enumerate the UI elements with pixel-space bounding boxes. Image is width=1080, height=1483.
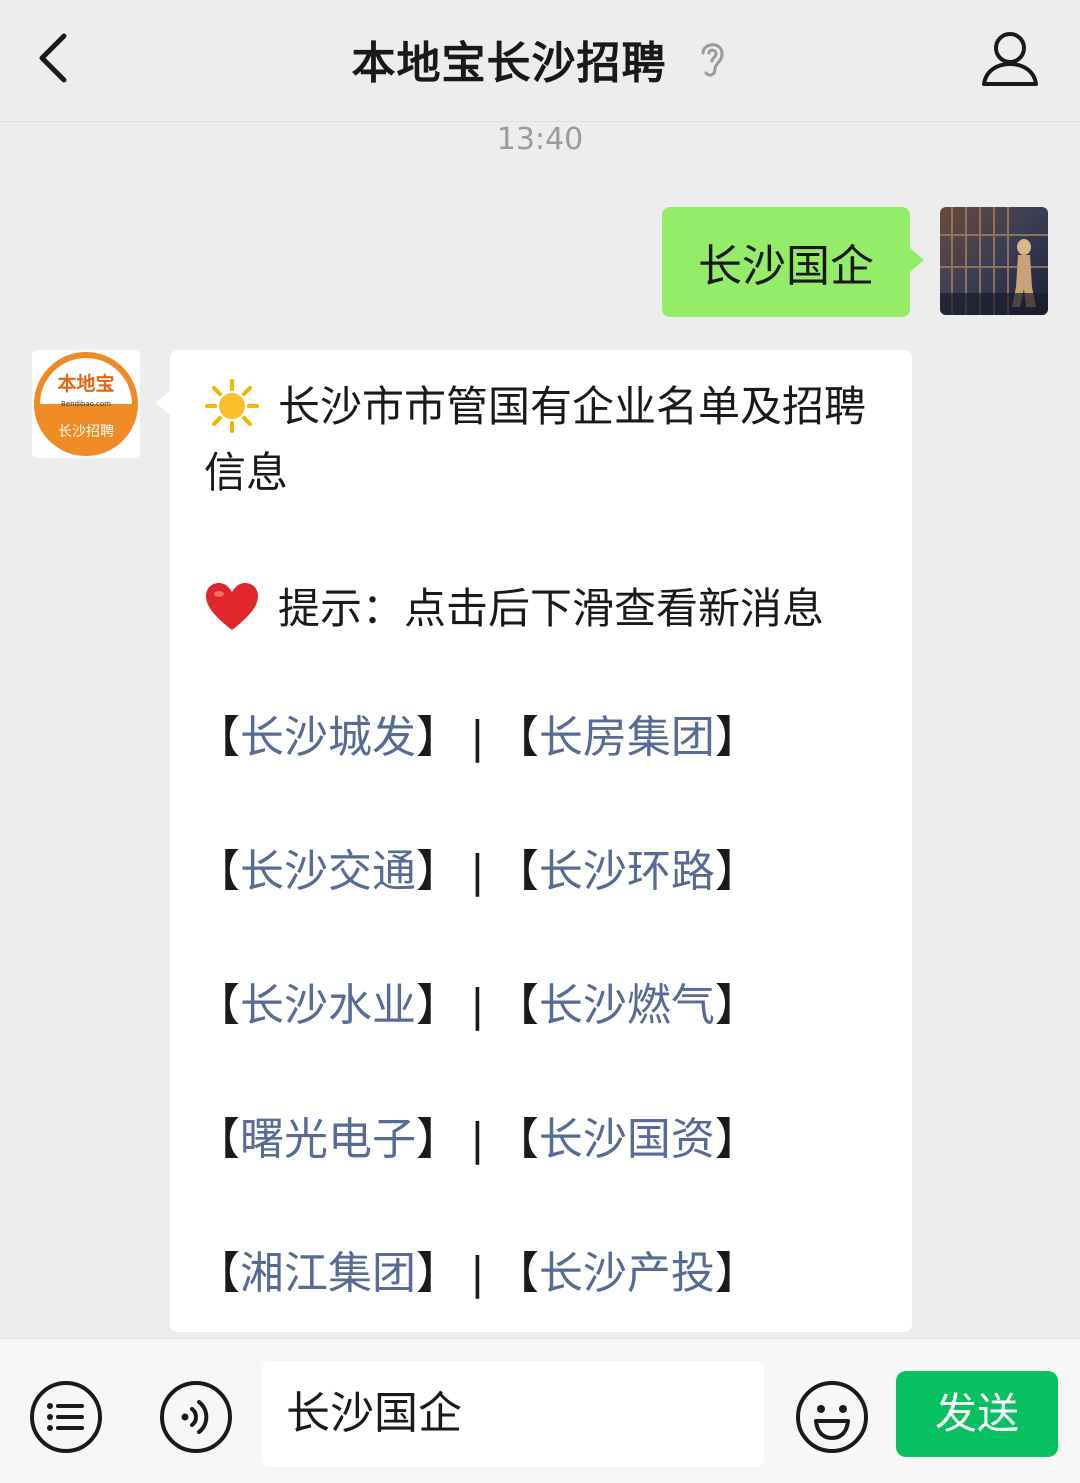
message-timestamp: 13:40: [496, 122, 584, 157]
links-row: 【曙光电子】 | 【长沙国资】: [196, 1110, 896, 1170]
company-link[interactable]: 长沙环路: [539, 846, 715, 897]
message-tip-line: 提示：点击后下滑查看新消息: [204, 576, 884, 642]
ear-icon: [701, 43, 724, 77]
bracket-open: 【: [196, 712, 240, 763]
bracket-close: 】: [714, 712, 759, 763]
company-link[interactable]: 曙光电子: [240, 1114, 416, 1165]
voice-icon: [160, 1381, 232, 1453]
send-button[interactable]: 发送: [896, 1371, 1058, 1457]
logo-text-main: 本地宝: [57, 372, 114, 395]
bracket-open: 【: [196, 846, 240, 897]
company-link[interactable]: 长沙交通: [240, 846, 416, 897]
profile-button[interactable]: [978, 26, 1042, 90]
sent-message-text: 长沙国企: [698, 241, 874, 292]
link-separator: |: [470, 980, 485, 1031]
bracket-close: 】: [714, 980, 759, 1031]
message-input[interactable]: 长沙国企: [262, 1361, 764, 1467]
message-title-line: 长沙市市管国有企业名单及招聘信息: [204, 374, 884, 506]
title-area: 本地宝长沙招聘: [0, 0, 1080, 118]
bracket-close: 】: [416, 1114, 460, 1165]
user-avatar-image: [940, 207, 1048, 315]
bracket-open: 【: [494, 846, 539, 897]
company-link[interactable]: 湘江集团: [240, 1248, 416, 1299]
list-menu-icon: [30, 1381, 102, 1453]
message-tip-text: 提示：点击后下滑查看新消息: [278, 584, 825, 633]
link-separator: |: [470, 712, 485, 763]
menu-button[interactable]: [28, 1379, 104, 1455]
company-link[interactable]: 长沙水业: [240, 980, 416, 1031]
official-account-avatar[interactable]: 本地宝 Bendibao.com 长沙招聘: [32, 350, 140, 458]
bracket-open: 【: [196, 1248, 240, 1299]
bracket-open: 【: [196, 980, 240, 1031]
bracket-close: 】: [714, 1248, 759, 1299]
bracket-close: 】: [714, 1114, 759, 1165]
bracket-open: 【: [494, 712, 539, 763]
company-link[interactable]: 长房集团: [539, 712, 715, 763]
bracket-close: 】: [416, 980, 460, 1031]
message-title-text: 长沙市市管国有企业名单及招聘信息: [204, 382, 867, 497]
smiley-icon: [796, 1381, 868, 1453]
bracket-close: 】: [416, 712, 460, 763]
chat-header: 本地宝长沙招聘: [0, 0, 1080, 122]
bracket-open: 【: [494, 1248, 539, 1299]
bracket-close: 】: [416, 1248, 460, 1299]
company-link[interactable]: 长沙产投: [539, 1248, 715, 1299]
input-bar: 长沙国企 发送: [0, 1338, 1080, 1483]
chat-title: 本地宝长沙招聘: [351, 38, 667, 89]
links-row: 【湘江集团】 | 【长沙产投】: [196, 1244, 896, 1304]
chat-screen: 本地宝长沙招聘 13:40 长沙国企 本地宝 Bendibao.com 长沙招聘…: [0, 0, 1080, 1483]
link-separator: |: [470, 1114, 485, 1165]
links-row: 【长沙城发】 | 【长房集团】: [196, 708, 896, 768]
voice-button[interactable]: [158, 1379, 234, 1455]
logo-text-sub: 长沙招聘: [58, 424, 114, 440]
link-separator: |: [470, 1248, 485, 1299]
bracket-open: 【: [494, 1114, 539, 1165]
company-link[interactable]: 长沙国资: [539, 1114, 715, 1165]
sun-icon: [205, 378, 259, 433]
emoji-button[interactable]: [794, 1379, 870, 1455]
company-link[interactable]: 长沙燃气: [539, 980, 715, 1031]
my-avatar[interactable]: [940, 207, 1048, 315]
sent-message-bubble[interactable]: 长沙国企: [662, 207, 924, 317]
link-separator: |: [470, 846, 485, 897]
links-row: 【长沙交通】 | 【长沙环路】: [196, 842, 896, 902]
bracket-close: 】: [416, 846, 460, 897]
company-link[interactable]: 长沙城发: [240, 712, 416, 763]
bracket-open: 【: [494, 980, 539, 1031]
links-row: 【长沙水业】 | 【长沙燃气】: [196, 976, 896, 1036]
bracket-open: 【: [196, 1114, 240, 1165]
bracket-close: 】: [714, 846, 759, 897]
logo-text-domain: Bendibao.com: [61, 400, 111, 408]
person-icon: [982, 32, 1038, 86]
bendibao-logo: 本地宝 Bendibao.com 长沙招聘: [32, 350, 140, 458]
heart-icon: [206, 582, 258, 630]
received-message-bubble: 长沙市市管国有企业名单及招聘信息 提示：点击后下滑查看新消息 【长沙城发】 | 【长…: [156, 350, 912, 1332]
